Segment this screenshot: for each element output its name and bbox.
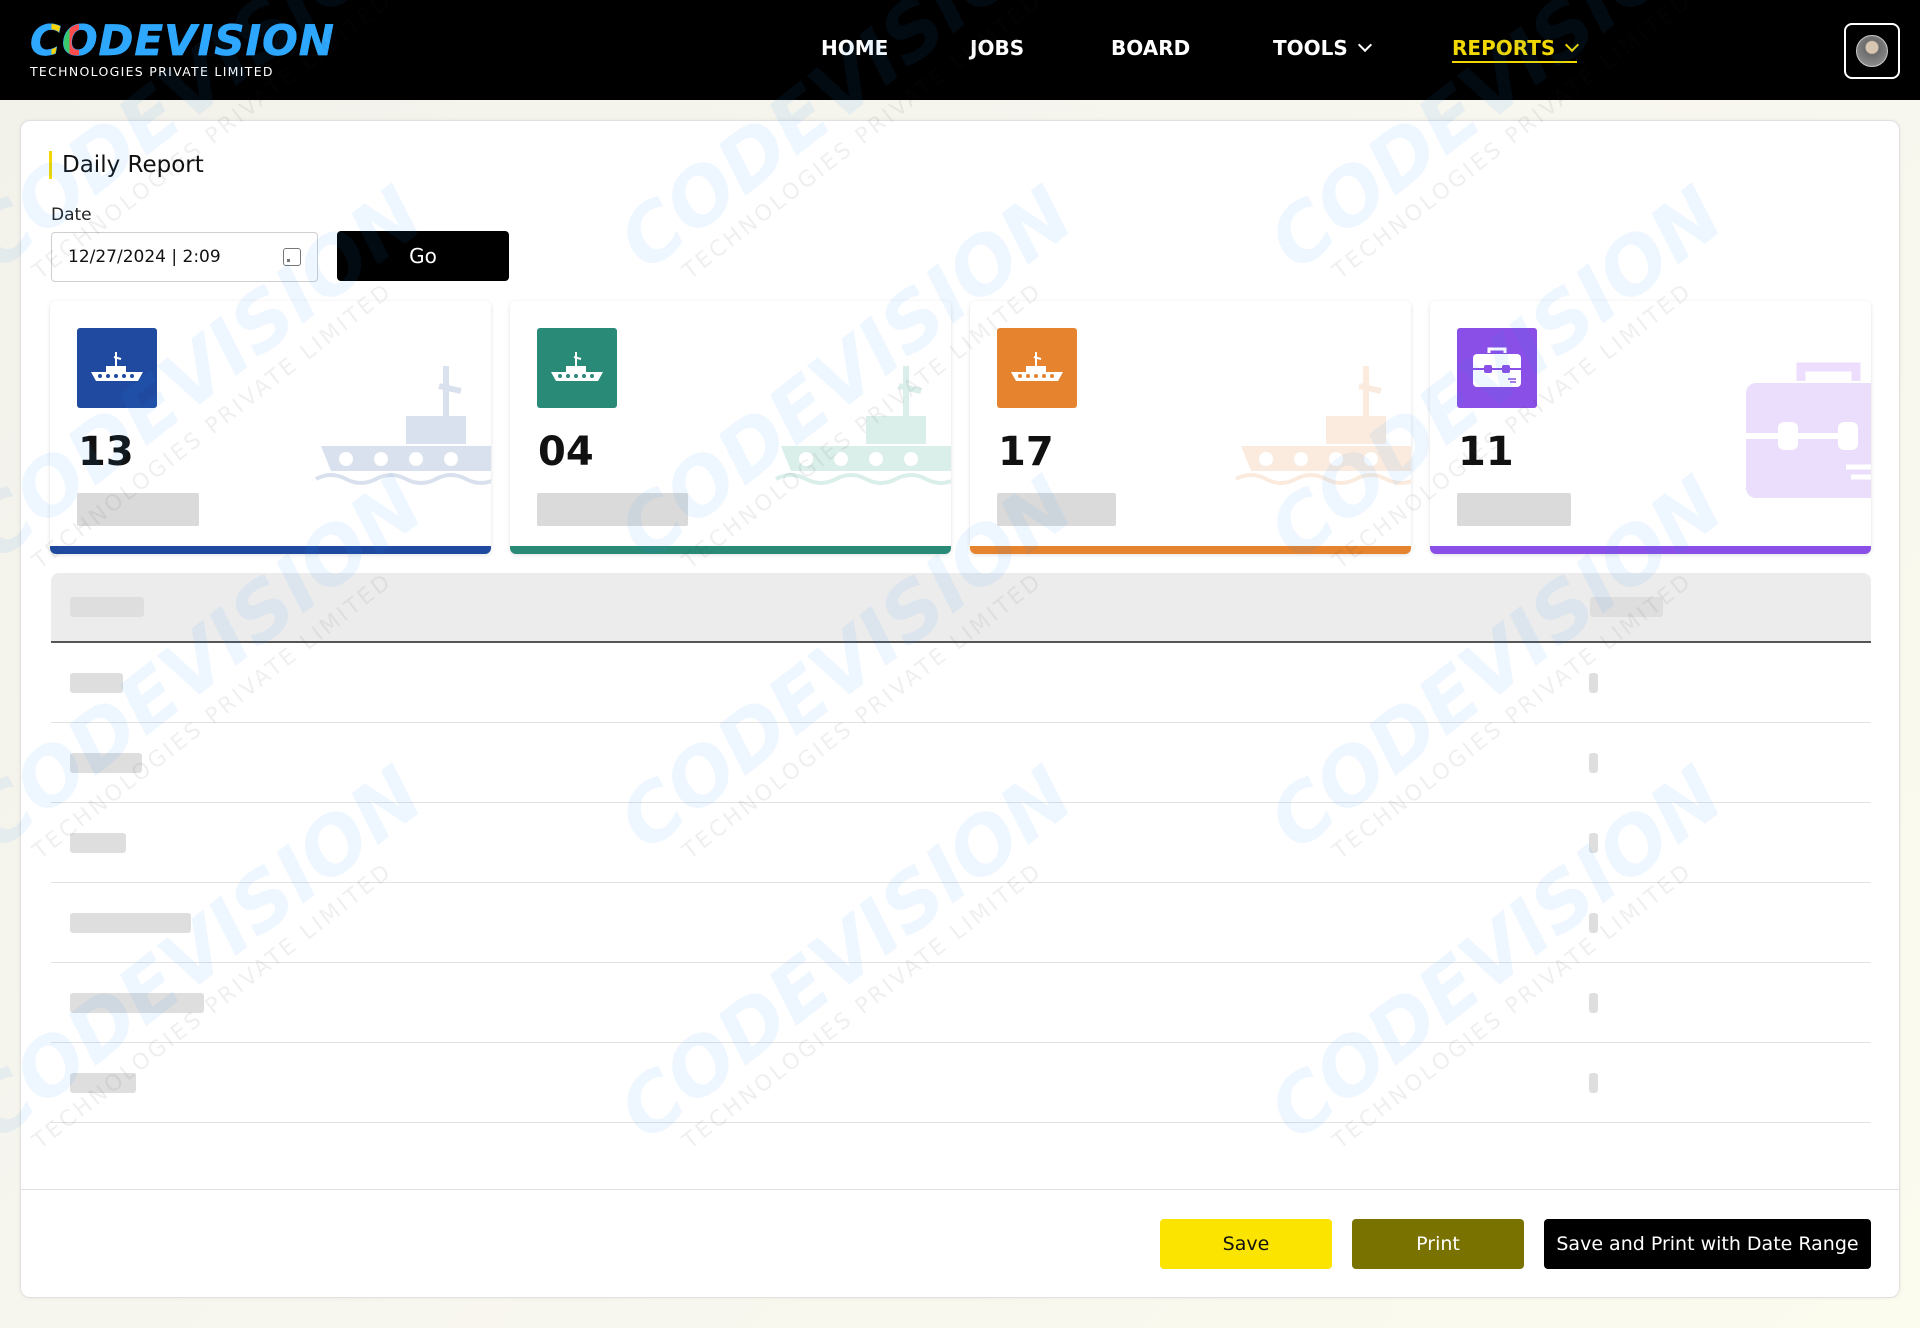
stat-accent-bar	[510, 546, 951, 554]
nav-board-label: BOARD	[1111, 36, 1191, 60]
cell-placeholder	[1589, 993, 1598, 1013]
stat-label-placeholder	[537, 493, 688, 526]
chevron-down-icon	[1565, 37, 1580, 53]
table-row	[70, 753, 142, 773]
stat-label-placeholder	[997, 493, 1116, 526]
table-row	[70, 913, 191, 933]
table-row	[70, 1073, 136, 1093]
stat-value: 04	[538, 429, 594, 475]
cell-placeholder	[1589, 913, 1598, 933]
tugboat-icon	[537, 328, 617, 408]
briefcase-icon	[1746, 362, 1871, 498]
go-button[interactable]: Go	[337, 231, 509, 281]
nav-tools-label: TOOLS	[1273, 36, 1348, 60]
tugboat-icon	[315, 366, 491, 485]
row-divider	[51, 1122, 1871, 1123]
stat-label-placeholder	[1457, 493, 1571, 526]
chevron-down-icon	[1357, 37, 1372, 53]
nav-home[interactable]: HOME	[821, 36, 888, 60]
stat-label-placeholder	[77, 493, 199, 526]
daily-report-panel: Daily Report Date 12/27/2024 | 2:09 Go 1…	[20, 120, 1900, 1298]
footer-divider	[21, 1189, 1899, 1190]
save-print-date-range-button[interactable]: Save and Print with Date Range	[1544, 1219, 1871, 1269]
header-placeholder	[70, 597, 144, 617]
table-header	[51, 573, 1871, 643]
stat-value: 17	[998, 429, 1054, 475]
stat-value: 11	[1458, 429, 1514, 475]
row-divider	[51, 802, 1871, 803]
nav-jobs-label: JOBS	[970, 36, 1025, 60]
stat-accent-bar	[1430, 546, 1871, 554]
nav-jobs[interactable]: JOBS	[970, 36, 1024, 60]
page-title: Daily Report	[49, 151, 204, 179]
row-divider	[51, 882, 1871, 883]
nav-reports[interactable]: REPORTS	[1452, 36, 1580, 63]
user-avatar-button[interactable]	[1844, 23, 1900, 79]
date-label: Date	[51, 205, 92, 225]
table-row	[70, 673, 123, 693]
tugboat-icon	[775, 366, 951, 485]
cell-placeholder	[1589, 753, 1598, 773]
nav-home-label: HOME	[821, 36, 889, 60]
tugboat-icon	[1235, 366, 1411, 485]
header-placeholder	[1590, 597, 1663, 617]
tugboat-icon	[77, 328, 157, 408]
cell-placeholder	[1589, 1073, 1598, 1093]
date-value: 12/27/2024 | 2:09	[68, 247, 221, 267]
stat-value: 13	[78, 429, 134, 475]
top-navbar: CODEVISION TECHNOLOGIES PRIVATE LIMITED …	[0, 0, 1920, 100]
tugboat-icon	[997, 328, 1077, 408]
nav-tools[interactable]: TOOLS	[1273, 36, 1372, 60]
stat-accent-bar	[970, 546, 1411, 554]
stat-accent-bar	[50, 546, 491, 554]
row-divider	[51, 722, 1871, 723]
brand-tagline: TECHNOLOGIES PRIVATE LIMITED	[30, 64, 274, 79]
stat-card-4: 11	[1430, 301, 1871, 554]
save-button[interactable]: Save	[1160, 1219, 1332, 1269]
cell-placeholder	[1589, 833, 1598, 853]
calendar-icon[interactable]	[283, 248, 301, 266]
cell-placeholder	[1589, 673, 1598, 693]
date-field[interactable]: 12/27/2024 | 2:09	[51, 232, 318, 282]
brand-logo[interactable]: CODEVISION TECHNOLOGIES PRIVATE LIMITED	[30, 16, 335, 79]
table-row	[70, 833, 126, 853]
stat-card-1: 13	[50, 301, 491, 554]
table-row	[70, 993, 204, 1013]
briefcase-icon	[1457, 328, 1537, 408]
avatar	[1856, 35, 1888, 67]
stat-card-2: 04	[510, 301, 951, 554]
nav-reports-label: REPORTS	[1452, 36, 1556, 60]
print-button[interactable]: Print	[1352, 1219, 1524, 1269]
row-divider	[51, 962, 1871, 963]
brand-name: CODEVISION	[30, 16, 335, 65]
nav-board[interactable]: BOARD	[1111, 36, 1190, 60]
row-divider	[51, 1042, 1871, 1043]
stat-card-3: 17	[970, 301, 1411, 554]
